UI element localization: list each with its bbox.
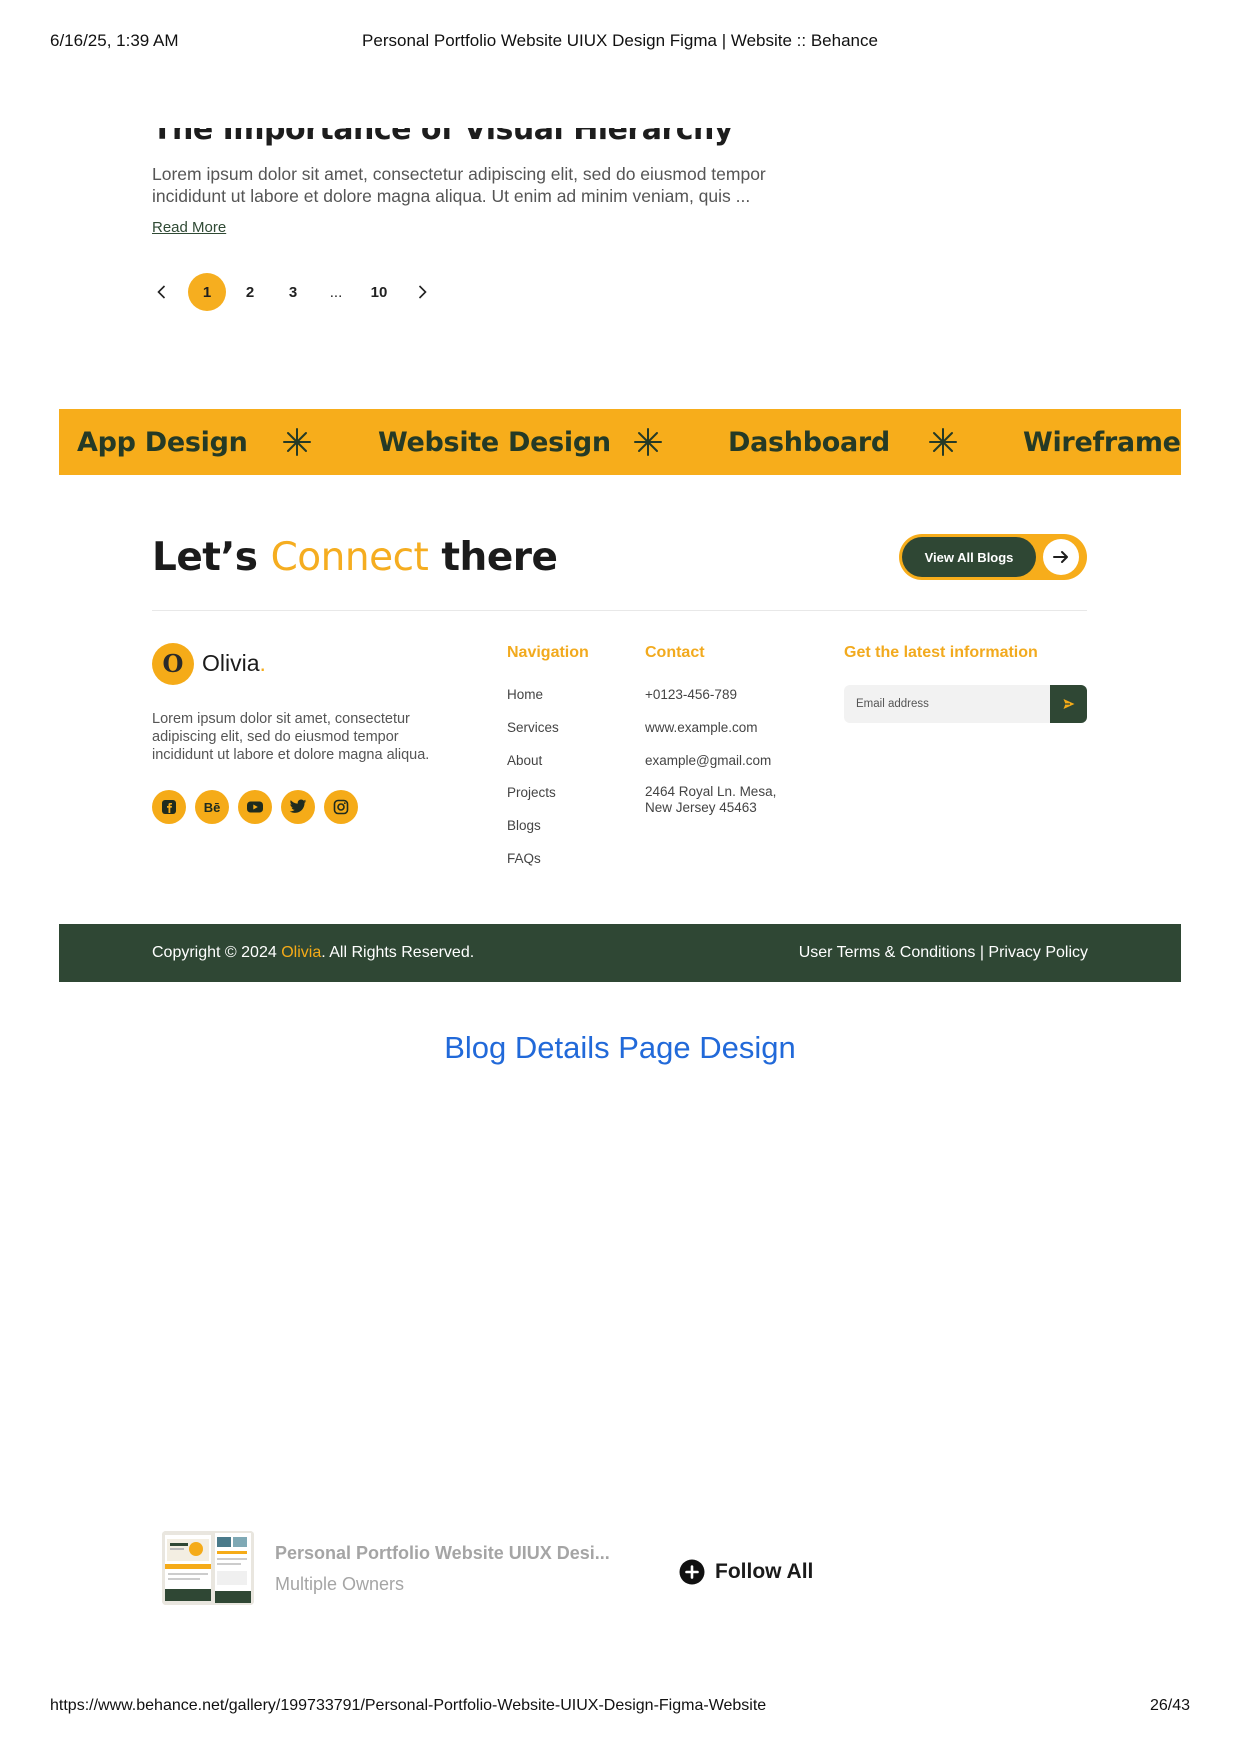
asterisk-icon <box>634 428 662 456</box>
copyright-bar: Copyright © 2024 Olivia. All Rights Rese… <box>59 924 1181 982</box>
print-url: https://www.behance.net/gallery/19973379… <box>50 1697 767 1714</box>
copyright-name: Olivia <box>281 944 322 961</box>
connect-after: there <box>441 535 558 580</box>
page-ellipsis: ... <box>329 283 343 301</box>
nav-link-blogs[interactable]: Blogs <box>507 817 559 850</box>
connect-before: Let’s <box>152 535 258 580</box>
contact-address: 2464 Royal Ln. Mesa, New Jersey 45463 <box>645 784 777 816</box>
facebook-icon[interactable] <box>152 790 186 824</box>
chevron-right-icon[interactable] <box>412 282 432 302</box>
arrow-right-icon <box>1043 539 1079 575</box>
nav-link-about[interactable]: About <box>507 752 559 785</box>
chevron-left-icon[interactable] <box>152 282 172 302</box>
connect-heading: Let’s Connect there <box>152 535 558 580</box>
terms-link[interactable]: User Terms & Conditions <box>799 944 976 961</box>
print-title: Personal Portfolio Website UIUX Design F… <box>362 31 878 50</box>
newsletter-form <box>844 685 1087 723</box>
legal-separator: | <box>979 944 984 961</box>
read-more-link[interactable]: Read More <box>152 219 226 236</box>
band-item-app-design: App Design <box>77 427 248 458</box>
connect-accent: Connect <box>270 535 429 580</box>
band-item-wireframe: Wireframe <box>1023 427 1181 458</box>
band-item-dashboard: Dashboard <box>728 427 890 458</box>
logo-letter: O <box>162 649 184 678</box>
plus-circle-icon <box>679 1559 705 1585</box>
navigation-heading: Navigation <box>507 644 589 661</box>
page-10-button[interactable]: 10 <box>360 273 398 311</box>
copyright-text: Copyright © 2024 Olivia. All Rights Rese… <box>152 944 474 962</box>
privacy-link[interactable]: Privacy Policy <box>988 944 1088 961</box>
page-3-button[interactable]: 3 <box>274 273 312 311</box>
newsletter-heading: Get the latest information <box>844 644 1038 661</box>
services-marquee-band: App Design Website Design Dashboard Wire… <box>59 409 1181 475</box>
asterisk-icon <box>929 428 957 456</box>
view-all-blogs-button[interactable]: View All Blogs <box>899 534 1087 580</box>
navigation-list: Home Services About Projects Blogs FAQs <box>507 686 559 883</box>
brand-text: Olivia <box>202 650 260 676</box>
youtube-icon[interactable] <box>238 790 272 824</box>
contact-heading: Contact <box>645 644 705 661</box>
contact-email: example@gmail.com <box>645 752 772 768</box>
contact-website: www.example.com <box>645 719 758 735</box>
twitter-icon[interactable] <box>281 790 315 824</box>
behance-icon[interactable]: Bē <box>195 790 229 824</box>
page-2-button[interactable]: 2 <box>231 273 269 311</box>
send-icon <box>1063 699 1074 709</box>
blog-heading: The Importance of Visual Hierarchy in We… <box>152 128 733 150</box>
footer-about-text: Lorem ipsum dolor sit amet, consectetur … <box>152 711 430 763</box>
project-title-link[interactable]: Personal Portfolio Website UIUX Desi... <box>275 1543 610 1564</box>
email-field[interactable] <box>844 685 1050 723</box>
view-all-blogs-label: View All Blogs <box>902 537 1036 577</box>
nav-link-faqs[interactable]: FAQs <box>507 850 559 883</box>
nav-link-services[interactable]: Services <box>507 719 559 752</box>
contact-list: +0123-456-789 www.example.com example@gm… <box>645 686 785 816</box>
project-owners-link[interactable]: Multiple Owners <box>275 1574 404 1595</box>
pagination: 1 2 3 ... 10 <box>152 273 432 311</box>
nav-link-home[interactable]: Home <box>507 686 559 719</box>
copyright-prefix: Copyright © 2024 <box>152 944 277 961</box>
follow-all-label: Follow All <box>715 1560 814 1583</box>
project-thumbnail[interactable] <box>162 1531 254 1605</box>
brand-dot: . <box>259 650 266 676</box>
send-button[interactable] <box>1050 685 1087 723</box>
logo-icon: O <box>152 643 194 685</box>
instagram-icon[interactable] <box>324 790 358 824</box>
legal-links: User Terms & Conditions | Privacy Policy <box>799 944 1088 962</box>
blog-heading-clipped: The Importance of Visual Hierarchy in We… <box>152 128 772 150</box>
nav-link-projects[interactable]: Projects <box>507 784 559 817</box>
band-item-website-design: Website Design <box>378 427 611 458</box>
social-links: Bē <box>152 790 358 824</box>
contact-phone: +0123-456-789 <box>645 687 737 702</box>
brand-name: Olivia. <box>202 650 266 677</box>
follow-all-button[interactable]: Follow All <box>679 1556 813 1588</box>
asterisk-icon <box>283 428 311 456</box>
section-title: Blog Details Page Design <box>444 1030 796 1065</box>
print-page-number: 26/43 <box>1149 1697 1190 1714</box>
page-1-button[interactable]: 1 <box>188 273 226 311</box>
footer-divider <box>152 610 1087 611</box>
copyright-suffix: . All Rights Reserved. <box>321 944 475 961</box>
blog-excerpt: Lorem ipsum dolor sit amet, consectetur … <box>152 164 766 206</box>
